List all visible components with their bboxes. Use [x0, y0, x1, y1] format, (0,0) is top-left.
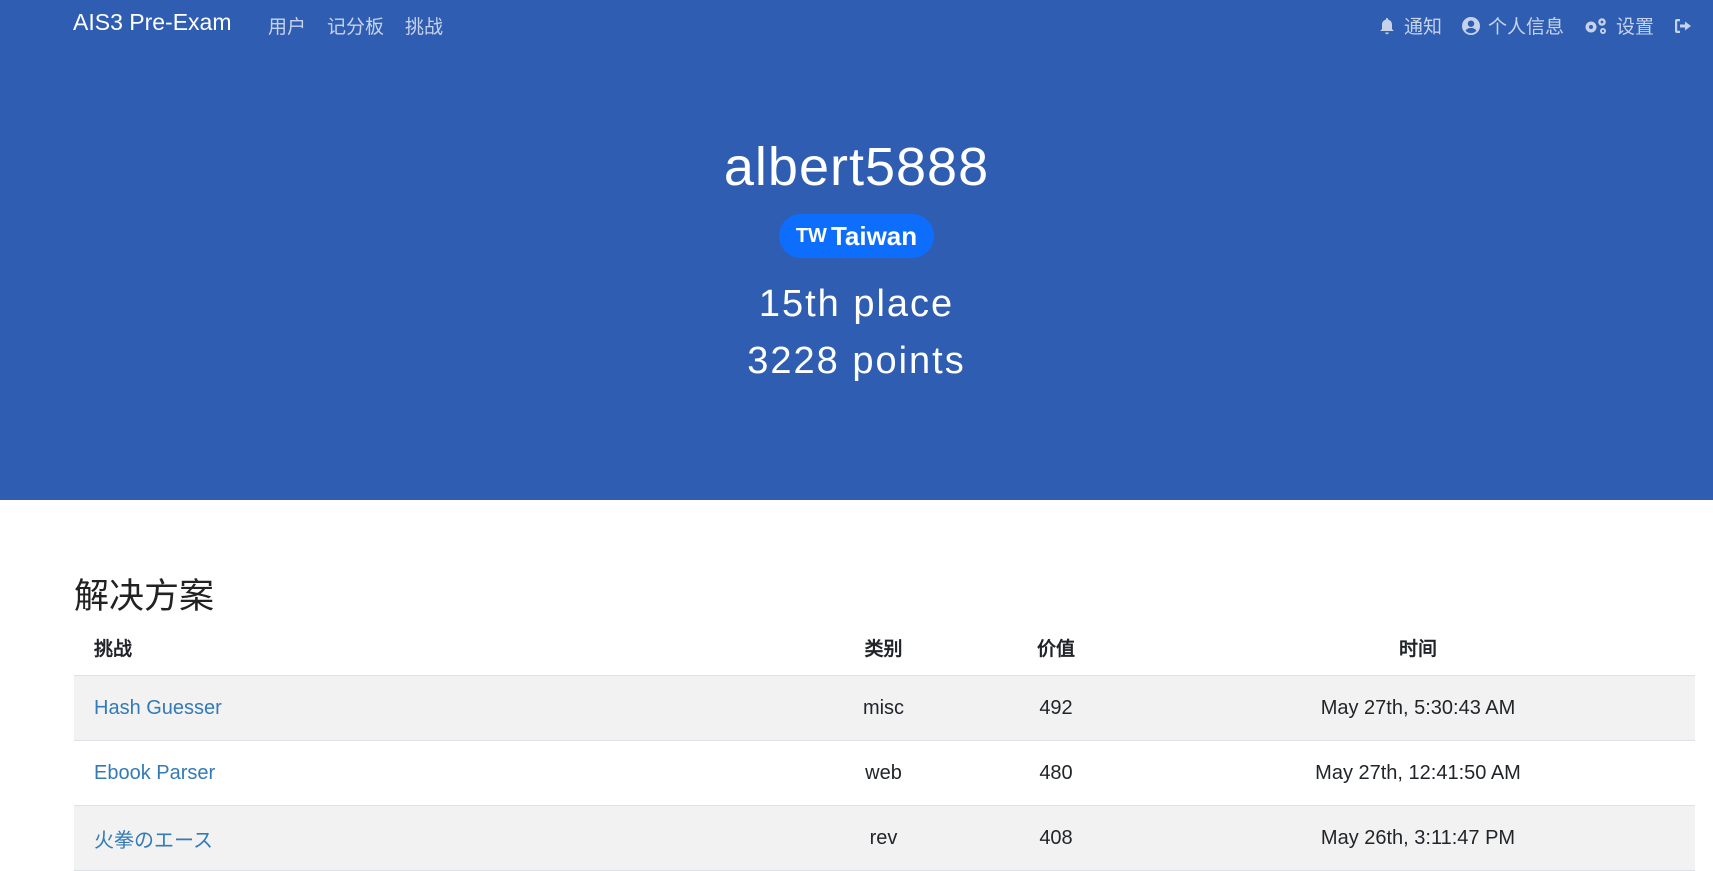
nav-right: 通知 个人信息 设置 — [1377, 12, 1693, 39]
nav-link-users[interactable]: 用户 — [268, 12, 306, 39]
nav-links: 用户 记分板 挑战 — [268, 12, 443, 39]
table-row: Ebook Parser web 480 May 27th, 12:41:50 … — [74, 740, 1695, 806]
nav-notifications[interactable]: 通知 — [1377, 12, 1442, 39]
cell-value: 480 — [971, 740, 1141, 806]
solves-title: 解决方案 — [74, 577, 215, 616]
user-place: 15th place — [758, 283, 955, 325]
table-header-row: 挑战 类别 价值 时间 — [74, 620, 1695, 676]
cell-category: web — [796, 740, 971, 806]
nav-settings-label: 设置 — [1615, 17, 1654, 38]
table-row: Hash Guesser misc 492 May 27th, 5:30:43 … — [74, 675, 1695, 741]
nav-profile[interactable]: 个人信息 — [1461, 12, 1564, 39]
navbar: AIS3 Pre-Exam 用户 记分板 挑战 通知 个人信息 设置 — [0, 0, 1713, 48]
cell-category: misc — [796, 675, 971, 741]
nav-profile-label: 个人信息 — [1487, 17, 1564, 38]
country-flag-code: TW — [795, 224, 827, 247]
cell-category: rev — [796, 805, 971, 871]
user-circle-icon — [1461, 16, 1481, 36]
header-value: 价值 — [971, 620, 1141, 676]
profile-summary: albert5888 TW Taiwan 15th place 3228 poi… — [0, 132, 1713, 385]
country-name: Taiwan — [830, 220, 918, 251]
bell-icon — [1377, 16, 1397, 36]
cell-value: 408 — [971, 805, 1141, 871]
nav-notifications-label: 通知 — [1403, 17, 1442, 38]
header-category: 类别 — [796, 620, 971, 676]
header-challenge: 挑战 — [74, 620, 796, 676]
cell-time: May 26th, 3:11:47 PM — [1141, 805, 1695, 871]
cell-time: May 27th, 12:41:50 AM — [1141, 740, 1695, 806]
challenge-link[interactable]: Hash Guesser — [94, 697, 222, 719]
table-row: 火拳のエース rev 408 May 26th, 3:11:47 PM — [74, 805, 1695, 871]
profile-header: AIS3 Pre-Exam 用户 记分板 挑战 通知 个人信息 设置 alber… — [0, 0, 1713, 500]
challenge-link[interactable]: 火拳のエース — [94, 830, 213, 852]
cell-value: 492 — [971, 675, 1141, 741]
nav-link-scoreboard[interactable]: 记分板 — [327, 12, 384, 39]
sign-out-icon — [1673, 16, 1693, 36]
challenge-link[interactable]: Ebook Parser — [94, 762, 215, 784]
logout-button[interactable] — [1673, 16, 1693, 36]
country-badge: TW Taiwan — [778, 214, 935, 258]
header-time: 时间 — [1141, 620, 1695, 676]
solves-table: 挑战 类别 价值 时间 Hash Guesser misc 492 May 27… — [74, 620, 1695, 871]
brand-link[interactable]: AIS3 Pre-Exam — [73, 9, 232, 36]
gears-icon — [1583, 16, 1609, 36]
nav-settings[interactable]: 设置 — [1583, 12, 1654, 39]
nav-link-challenges[interactable]: 挑战 — [405, 12, 443, 39]
user-points: 3228 points — [747, 340, 966, 382]
username: albert5888 — [723, 137, 990, 197]
cell-time: May 27th, 5:30:43 AM — [1141, 675, 1695, 741]
